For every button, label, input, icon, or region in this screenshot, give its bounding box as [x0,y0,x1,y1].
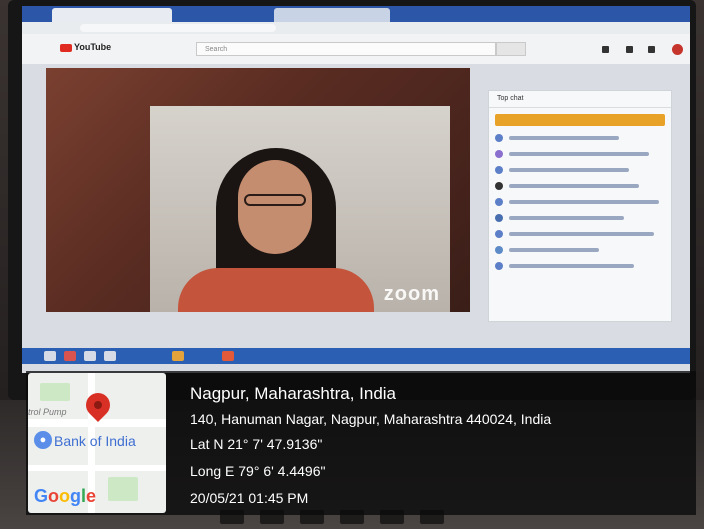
taskbar-app-icon[interactable] [104,351,116,361]
zoom-watermark: zoom [383,283,440,305]
video-player[interactable]: zoom [46,68,470,312]
chat-text [509,264,634,268]
account-avatar[interactable] [672,44,683,55]
map-road [28,465,166,471]
laptop-screen: YouTube Search zoom Top chat [22,6,690,373]
geotag-latitude: Lat N 21° 7' 47.9136" [190,436,323,452]
geotag-timestamp: 20/05/21 01:45 PM [190,490,309,506]
bank-icon: ● [34,431,52,449]
chat-message [495,180,665,194]
windows-taskbar [22,348,690,364]
map-park [40,383,70,401]
taskbar-app-icon[interactable] [64,351,76,361]
chat-avatar [495,182,503,190]
chat-header[interactable]: Top chat [489,91,671,108]
map-park [108,477,138,501]
chat-message [495,228,665,242]
chat-text [509,232,654,236]
chat-avatar [495,214,503,222]
chat-avatar [495,246,503,254]
pinned-chat-message [495,114,665,126]
chat-text [509,200,659,204]
chat-avatar [495,150,503,158]
geotag-longitude: Long E 79° 6' 4.4496" [190,463,326,479]
live-chat-panel: Top chat [488,90,672,322]
chat-message [495,148,665,162]
chat-avatar [495,166,503,174]
map-poi-label: Bank of India [54,433,136,449]
create-icon[interactable] [602,46,609,53]
geotag-city: Nagpur, Maharashtra, India [190,384,397,403]
youtube-header: YouTube Search [22,34,690,64]
taskbar-app-icon[interactable] [172,351,184,361]
chat-text [509,152,649,156]
taskbar-app-icon[interactable] [84,351,96,361]
chat-avatar [495,134,503,142]
chat-text [509,136,619,140]
map-road-label: trol Pump [28,407,67,417]
presenter-glasses [244,194,306,206]
google-logo: Google [34,486,97,506]
chat-message [495,164,665,178]
presenter-face [238,160,312,254]
site-name: YouTube [74,42,112,52]
browser-tab[interactable] [274,8,390,22]
play-icon [60,43,72,52]
browser-tab[interactable] [52,8,172,22]
chat-avatar [495,230,503,238]
apps-icon[interactable] [626,46,633,53]
chat-message [495,260,665,274]
youtube-logo[interactable]: YouTube [60,42,111,52]
chat-message [495,212,665,226]
search-button[interactable] [496,42,526,56]
url-field[interactable] [80,24,276,32]
chat-message [495,196,665,210]
location-pin-icon [81,388,115,422]
notifications-icon[interactable] [648,46,655,53]
browser-tab-bar [22,6,690,22]
geotag-address: 140, Hanuman Nagar, Nagpur, Maharashtra … [190,411,552,427]
presenter-body [178,268,374,312]
chat-avatar [495,262,503,270]
search-input[interactable]: Search [196,42,496,56]
chat-text [509,216,624,220]
chat-message [495,132,665,146]
chat-text [509,168,629,172]
address-bar [22,22,690,34]
start-icon[interactable] [44,351,56,361]
chrome-icon[interactable] [222,351,234,361]
chat-avatar [495,198,503,206]
chat-text [509,248,599,252]
location-map: trol Pump ● Bank of India Google [28,373,166,513]
chat-message [495,244,665,258]
chat-text [509,184,639,188]
